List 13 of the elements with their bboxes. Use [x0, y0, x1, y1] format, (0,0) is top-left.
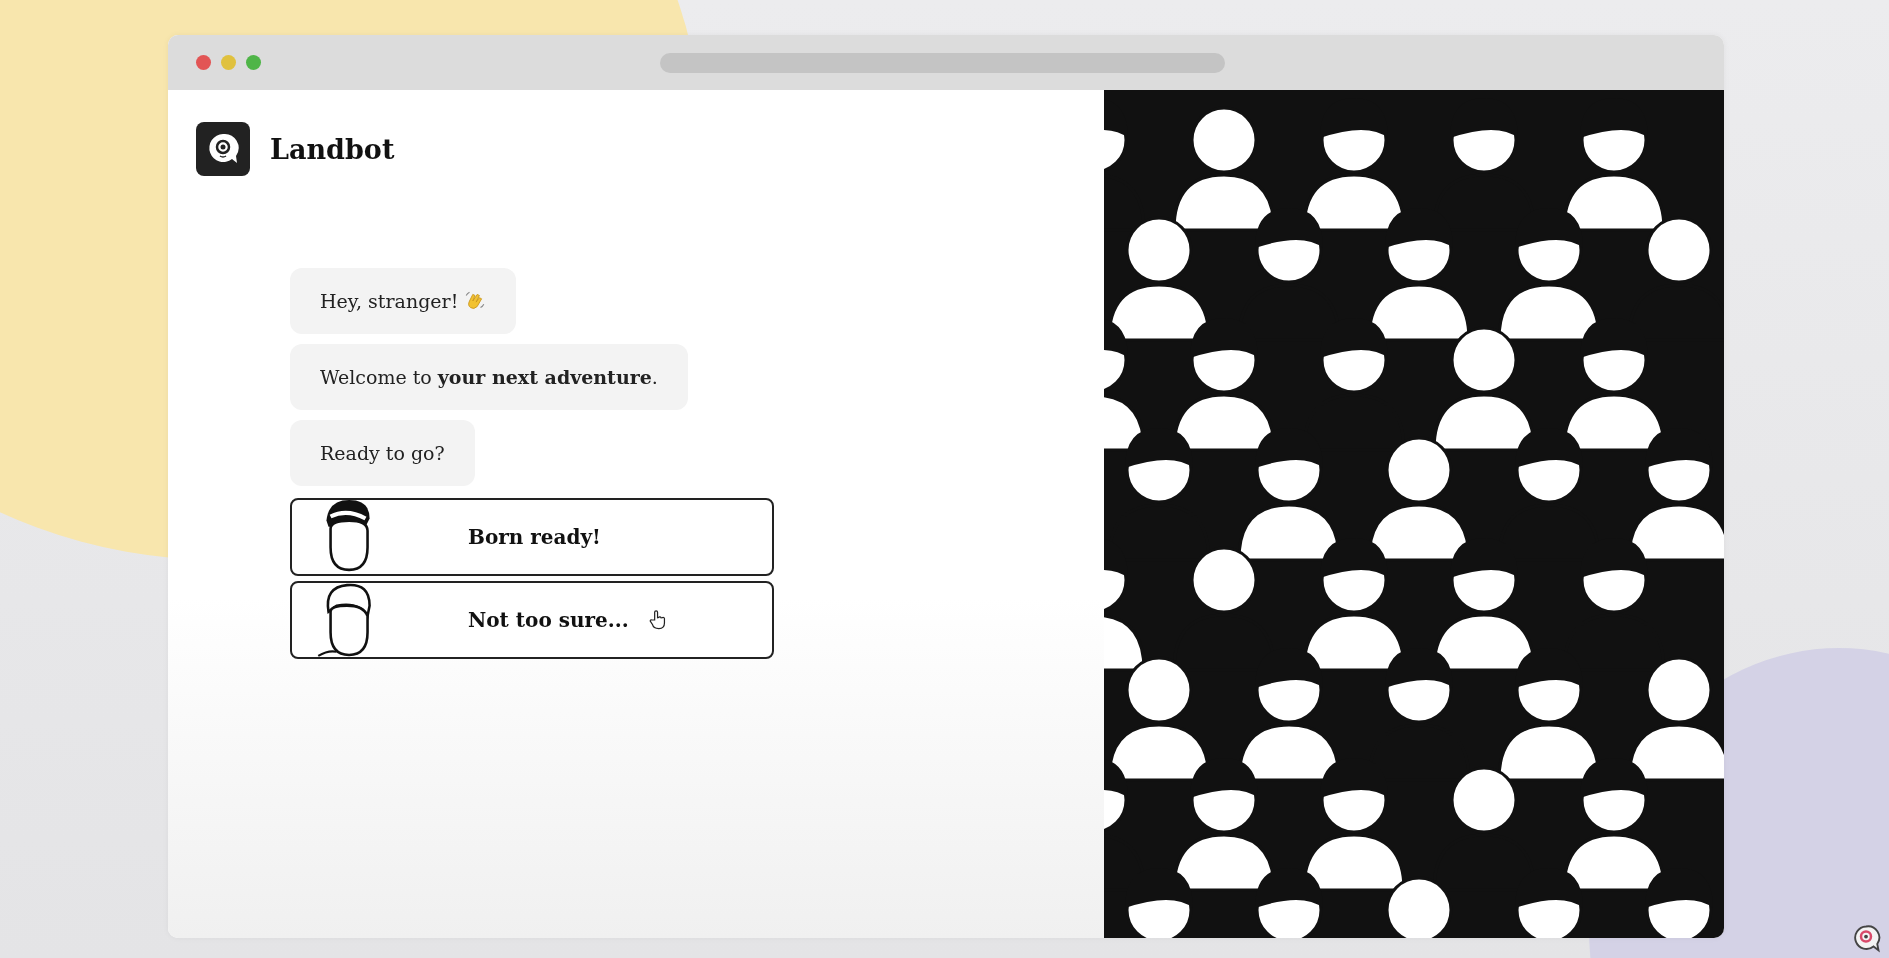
minimize-dot-icon[interactable]: [221, 55, 236, 70]
message-text: Hey, stranger!: [320, 290, 459, 312]
logo-icon: [196, 122, 250, 176]
close-dot-icon[interactable]: [196, 55, 211, 70]
address-bar[interactable]: [660, 52, 1225, 73]
reply-option-button[interactable]: Not too sure...: [290, 581, 774, 659]
message-text: Welcome to your next adventure.: [320, 366, 658, 388]
message-text: Ready to go?: [320, 442, 445, 464]
logo-icon: [1851, 924, 1881, 954]
zoom-dot-icon[interactable]: [246, 55, 261, 70]
reply-option-button[interactable]: Born ready!: [290, 498, 774, 576]
brand-name: Landbot: [270, 133, 395, 165]
waving-hand-icon: [464, 290, 487, 312]
